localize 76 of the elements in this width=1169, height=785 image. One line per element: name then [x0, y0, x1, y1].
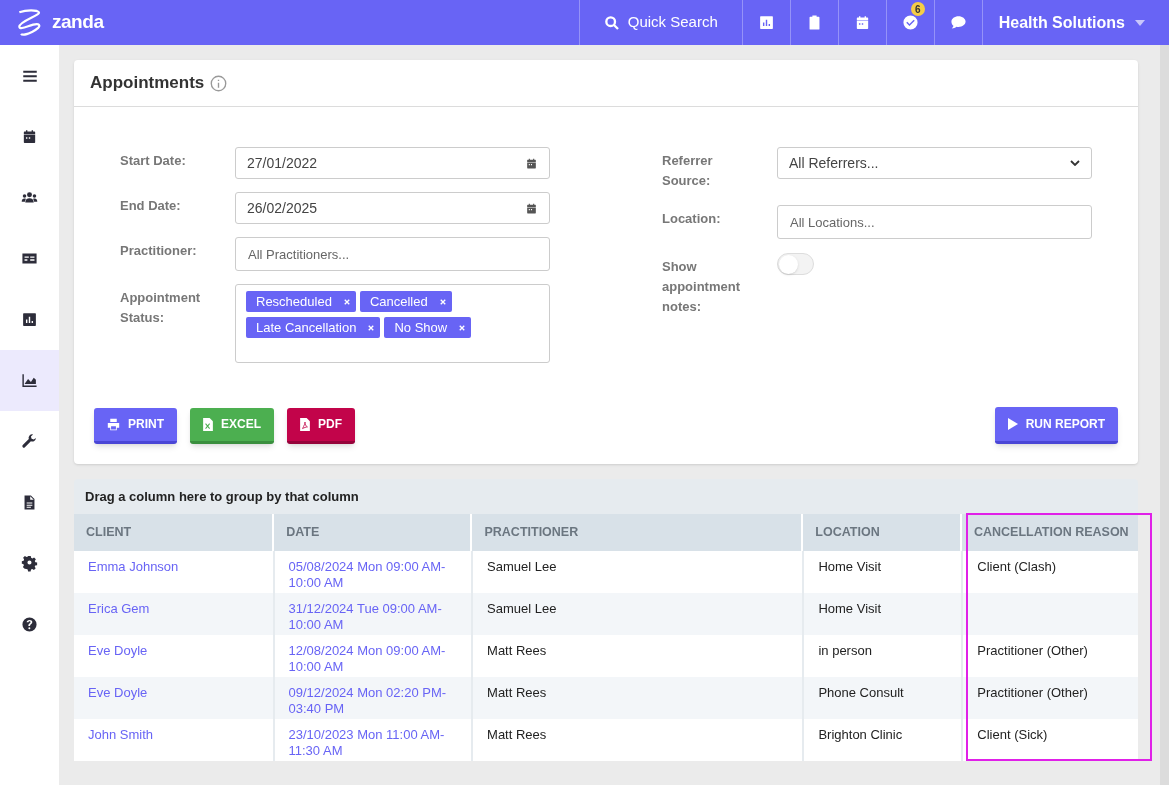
table-link[interactable]: 31/12/2024 Tue 09:00 AM-10:00 AM — [288, 601, 458, 633]
status-tag: Cancelled — [359, 291, 452, 312]
tag-field[interactable]: Rescheduled Cancelled Late Cancellation No Show — [235, 284, 550, 363]
date-field[interactable]: 27/01/2022 — [235, 147, 550, 179]
table-cell-text: Phone Consult — [818, 685, 905, 701]
field-label: Show appointment notes: — [662, 258, 741, 316]
chat-bubble-icon — [949, 14, 967, 31]
table-cell-text: Brighton Clinic — [818, 727, 904, 743]
wrench-icon — [21, 433, 38, 450]
print-button[interactable]: PRINT — [94, 407, 177, 444]
table-cell-text: Matt Rees — [487, 685, 548, 701]
table-cell-text: Samuel Lee — [487, 601, 558, 617]
quick-search-button[interactable]: Quick Search — [578, 0, 742, 45]
remove-icon[interactable] — [343, 298, 350, 305]
toolbar-button[interactable]: 6 — [885, 0, 934, 45]
table-cell-text: Client (Sick) — [977, 727, 1049, 743]
bar-chart-icon — [757, 14, 775, 31]
table-link[interactable]: 23/10/2023 Mon 11:00 AM-11:30 AM — [288, 727, 458, 759]
table-link[interactable]: Eve Doyle — [88, 685, 259, 701]
toggle-switch[interactable] — [777, 253, 814, 275]
input-field[interactable]: All Locations... — [777, 205, 1092, 239]
bar-chart-icon — [21, 311, 38, 328]
table-link[interactable]: 09/12/2024 Mon 02:20 PM-03:40 PM — [288, 685, 458, 717]
field-label: Referrer Source: — [662, 152, 714, 190]
pdf-button[interactable]: PDF — [287, 407, 355, 444]
chevron-down-icon — [1070, 160, 1080, 166]
field-label: Appointment Status: — [120, 289, 202, 327]
table-cell-text: in person — [818, 643, 873, 659]
table-cell-text: Home Visit — [818, 601, 883, 617]
table-cell-text: Samuel Lee — [487, 559, 558, 575]
table-link[interactable]: John Smith — [88, 727, 259, 743]
table-link[interactable]: Eve Doyle — [88, 643, 259, 659]
table-link[interactable]: 05/08/2024 Mon 09:00 AM-10:00 AM — [288, 559, 458, 591]
remove-icon[interactable] — [459, 324, 466, 331]
date-field[interactable]: 26/02/2025 — [235, 192, 550, 224]
status-tag: Late Cancellation — [246, 317, 381, 338]
field-label: End Date: — [120, 197, 182, 215]
notification-badge: 6 — [910, 2, 925, 16]
page-title: Appointments — [90, 72, 205, 95]
excel-button[interactable]: EXCEL — [190, 407, 274, 444]
dropdown[interactable]: All Referrers... — [777, 147, 1092, 179]
run-report-button[interactable]: RUN REPORT — [994, 407, 1118, 444]
pdf-file-icon — [300, 417, 310, 431]
table-link[interactable]: Emma Johnson — [88, 559, 259, 575]
calendar-icon — [525, 201, 538, 215]
column-header[interactable]: CANCELLATION REASON — [962, 514, 1138, 551]
search-icon — [603, 14, 620, 31]
table-link[interactable]: 12/08/2024 Mon 09:00 AM-10:00 AM — [288, 643, 458, 675]
field-label: Location: — [662, 210, 722, 228]
remove-icon[interactable] — [439, 298, 446, 305]
field-label: Start Date: — [120, 152, 187, 170]
field-label: Practitioner: — [120, 242, 198, 260]
status-tag: Rescheduled — [246, 291, 356, 312]
input-field[interactable]: All Practitioners... — [235, 237, 550, 271]
table-cell-text: Practitioner (Other) — [977, 643, 1089, 659]
settings-icon — [21, 555, 38, 572]
table-cell-text: Client (Clash) — [977, 559, 1058, 575]
info-icon — [210, 74, 228, 92]
play-icon — [1007, 418, 1018, 430]
calendar-icon — [525, 156, 538, 170]
caret-icon — [1135, 19, 1145, 26]
scrollbar[interactable] — [1160, 45, 1169, 785]
printer-icon — [107, 417, 120, 431]
help-icon — [21, 616, 38, 633]
calendar-icon — [21, 128, 38, 145]
remove-icon[interactable] — [368, 324, 375, 331]
logo-text: zanda — [52, 10, 104, 35]
table-cell-text: Matt Rees — [487, 727, 548, 743]
area-chart-icon — [21, 372, 38, 389]
table-link[interactable]: Erica Gem — [88, 601, 259, 617]
table-cell-text: Practitioner (Other) — [977, 685, 1089, 701]
table-cell-text: Home Visit — [818, 559, 883, 575]
spreadsheet-file-icon — [203, 417, 213, 431]
status-tag: No Show — [384, 317, 472, 338]
group-by-hint: Drag a column here to group by that column — [84, 487, 360, 506]
table-cell-text: Matt Rees — [487, 643, 548, 659]
